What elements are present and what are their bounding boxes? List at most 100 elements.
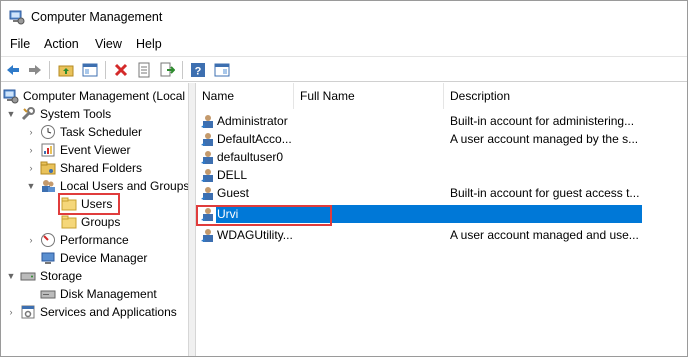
column-header-name[interactable]: Name: [196, 83, 294, 109]
event-viewer-icon: [40, 142, 56, 158]
storage-icon: [20, 268, 36, 284]
user-name: DefaultAcco...: [217, 132, 292, 146]
user-icon: [200, 131, 216, 147]
computer-management-window: Computer Management File Action View Hel…: [0, 0, 688, 357]
tree-label: Shared Folders: [60, 161, 143, 175]
performance-icon: [40, 232, 56, 248]
tree-item-task-scheduler[interactable]: › Task Scheduler: [25, 123, 142, 141]
user-description: A user account managed and use...: [450, 228, 639, 242]
tree-label: Local Users and Groups: [60, 179, 188, 193]
title-bar: Computer Management: [1, 1, 687, 33]
up-folder-icon[interactable]: [56, 60, 76, 80]
services-applications-icon: [20, 304, 36, 320]
tree-item-storage[interactable]: ▼ Storage: [5, 267, 83, 285]
tree-item-users[interactable]: Users: [61, 195, 112, 213]
table-row[interactable]: DefaultAcco... A user account managed by…: [196, 130, 687, 148]
tree-label: Computer Management (Local: [23, 89, 186, 103]
tree-item-local-users-groups[interactable]: ▼ Local Users and Groups: [25, 177, 188, 195]
content-area: Computer Management (Local ▼ System Tool…: [1, 83, 687, 356]
user-description: Built-in account for administering...: [450, 114, 635, 128]
forward-arrow-icon[interactable]: [25, 60, 45, 80]
svg-text:?: ?: [195, 66, 202, 78]
collapse-chevron-icon[interactable]: ▼: [25, 181, 37, 191]
properties-icon[interactable]: [134, 60, 154, 80]
pane-splitter[interactable]: [188, 83, 196, 356]
window-title: Computer Management: [31, 10, 163, 24]
user-icon: [200, 185, 216, 201]
tree-label: Event Viewer: [60, 143, 131, 157]
tree-label: Device Manager: [60, 251, 148, 265]
export-list-icon[interactable]: [157, 60, 177, 80]
tree-item-services-applications[interactable]: › Services and Applications: [5, 303, 177, 321]
show-hide-tree-icon[interactable]: [80, 60, 100, 80]
table-row[interactable]: Guest Built-in account for guest access …: [196, 184, 687, 202]
expand-chevron-icon[interactable]: ▼: [5, 109, 17, 119]
tree-label: Services and Applications: [40, 305, 177, 319]
tree-label: Groups: [81, 215, 121, 229]
user-description: Built-in account for guest access t...: [450, 186, 640, 200]
column-header-description[interactable]: Description: [444, 83, 687, 109]
user-name: DELL: [217, 168, 248, 182]
show-hide-action-pane-icon[interactable]: [212, 60, 232, 80]
tree-item-groups[interactable]: Groups: [61, 213, 120, 231]
delete-icon[interactable]: [111, 60, 131, 80]
shared-folder-icon: [40, 160, 56, 176]
table-row[interactable]: DELL: [196, 166, 687, 184]
menu-action[interactable]: Action: [44, 37, 79, 51]
toolbar-separator: [49, 61, 50, 79]
user-name: WDAGUtility...: [217, 228, 293, 242]
user-icon: [200, 206, 216, 222]
user-icon: [200, 227, 216, 243]
user-name: defaultuser0: [217, 150, 284, 164]
tree-item-computer-management[interactable]: Computer Management (Local: [3, 87, 185, 105]
expand-chevron-icon[interactable]: ›: [25, 235, 37, 245]
tree-item-device-manager[interactable]: Device Manager: [40, 249, 147, 267]
device-manager-icon: [40, 250, 56, 266]
user-name: Administrator: [217, 114, 288, 128]
tree-item-performance[interactable]: › Performance: [25, 231, 129, 249]
collapse-chevron-icon[interactable]: ▼: [5, 271, 17, 281]
local-users-groups-icon: [40, 178, 56, 194]
expand-chevron-icon[interactable]: ›: [25, 145, 37, 155]
console-tree: Computer Management (Local ▼ System Tool…: [1, 83, 188, 356]
table-row-selected[interactable]: Urvi: [196, 205, 687, 223]
tree-item-disk-management[interactable]: Disk Management: [40, 285, 157, 303]
user-icon: [200, 149, 216, 165]
menu-help[interactable]: Help: [136, 37, 162, 51]
back-arrow-icon[interactable]: [3, 60, 23, 80]
toolbar-separator: [105, 61, 106, 79]
table-row[interactable]: WDAGUtility... A user account managed an…: [196, 226, 687, 244]
menu-bar: File Action View Help: [1, 33, 687, 55]
computer-management-app-icon: [9, 9, 25, 25]
user-name: Guest: [217, 186, 250, 200]
tree-item-event-viewer[interactable]: › Event Viewer: [25, 141, 131, 159]
disk-management-icon: [40, 286, 56, 302]
table-row[interactable]: Administrator Built-in account for admin…: [196, 112, 687, 130]
user-icon: [200, 167, 216, 183]
system-tools-icon: [20, 106, 36, 122]
tree-label: Task Scheduler: [60, 125, 143, 139]
clock-icon: [40, 124, 56, 140]
help-icon[interactable]: ?: [188, 60, 208, 80]
tree-label: Users: [81, 197, 113, 211]
expand-chevron-icon[interactable]: ›: [25, 163, 37, 173]
tree-label: Disk Management: [60, 287, 157, 301]
user-icon: [200, 113, 216, 129]
toolbar-separator: [182, 61, 183, 79]
menu-view[interactable]: View: [95, 37, 122, 51]
tree-item-system-tools[interactable]: ▼ System Tools: [5, 105, 111, 123]
folder-icon: [61, 214, 77, 230]
user-name: Urvi: [217, 207, 239, 221]
table-row[interactable]: defaultuser0: [196, 148, 687, 166]
toolbar: ?: [1, 56, 687, 82]
column-header-full-name[interactable]: Full Name: [294, 83, 444, 109]
tree-label: System Tools: [40, 107, 112, 121]
computer-management-icon: [3, 88, 19, 104]
folder-icon: [61, 196, 77, 212]
user-description: A user account managed by the s...: [450, 132, 639, 146]
tree-item-shared-folders[interactable]: › Shared Folders: [25, 159, 143, 177]
menu-file[interactable]: File: [10, 37, 30, 51]
expand-chevron-icon[interactable]: ›: [25, 127, 37, 137]
expand-chevron-icon[interactable]: ›: [5, 307, 17, 317]
users-list-view: Name Full Name Description Administrator…: [196, 83, 687, 356]
